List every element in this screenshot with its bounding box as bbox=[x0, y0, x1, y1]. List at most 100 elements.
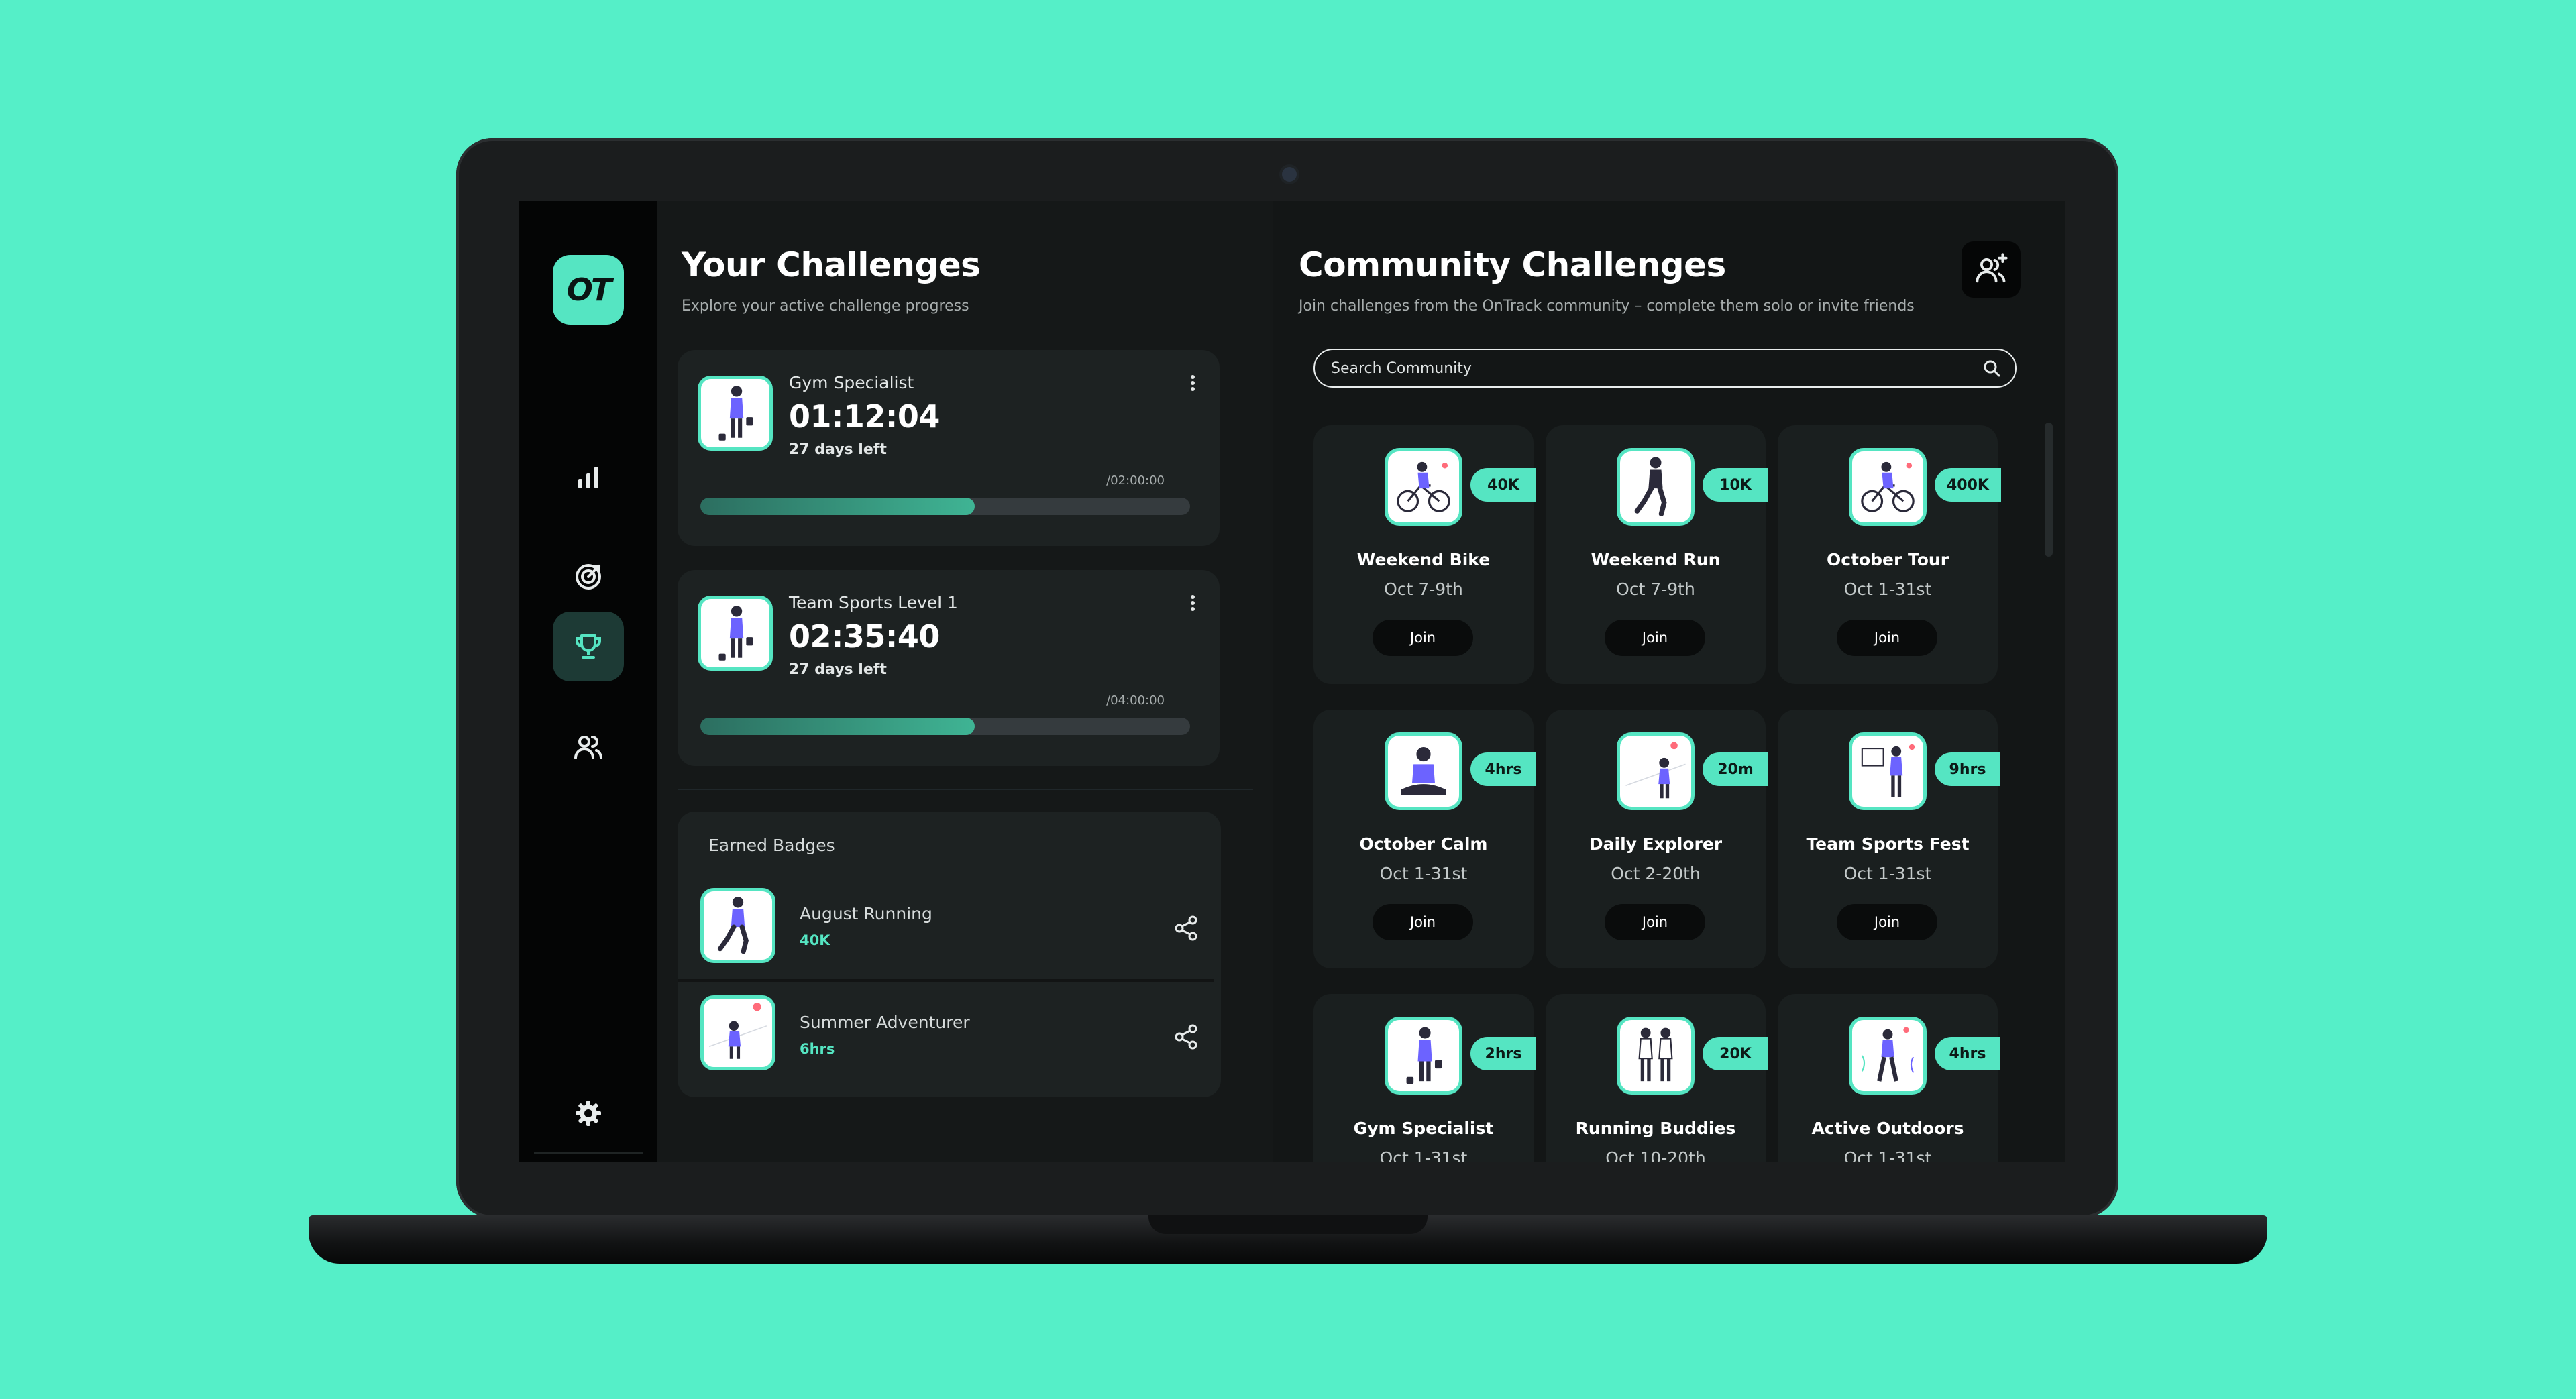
challenge-stat-badge: 10K bbox=[1703, 468, 1768, 502]
scrollbar[interactable] bbox=[2045, 423, 2053, 557]
nav-community[interactable] bbox=[553, 712, 624, 782]
sidebar-divider bbox=[534, 1152, 643, 1154]
share-icon[interactable] bbox=[1173, 915, 1199, 942]
challenge-name: October Calm bbox=[1359, 834, 1488, 854]
challenge-stat-badge: 20m bbox=[1703, 752, 1768, 786]
challenge-name: October Tour bbox=[1826, 550, 1949, 569]
community-challenges-panel: Community Challenges Join challenges fro… bbox=[1273, 201, 2065, 1162]
invite-friend-button[interactable] bbox=[1962, 241, 2021, 298]
join-button[interactable]: Join bbox=[1373, 620, 1473, 656]
more-options-icon[interactable] bbox=[1187, 593, 1198, 613]
community-challenge-card[interactable]: 2hrsGym SpecialistOct 1-31stJoin bbox=[1313, 994, 1536, 1162]
gym-figure-icon bbox=[718, 606, 753, 661]
join-button[interactable]: Join bbox=[1605, 904, 1705, 940]
community-title: Community Challenges bbox=[1299, 245, 1726, 284]
badge-avatar bbox=[700, 888, 775, 963]
challenge-dates: Oct 10-20th bbox=[1605, 1148, 1706, 1162]
join-button[interactable]: Join bbox=[1837, 904, 1937, 940]
challenge-avatar bbox=[1617, 732, 1695, 810]
nav-stats[interactable] bbox=[553, 443, 624, 512]
challenge-avatar bbox=[1385, 1017, 1462, 1095]
community-challenge-card[interactable]: 10K Weekend Run Oct 7-9th Join bbox=[1546, 425, 1768, 684]
runner-figure-icon bbox=[717, 897, 749, 954]
dance-figure-icon bbox=[1861, 1027, 1915, 1082]
page-subtitle: Explore your active challenge progress bbox=[682, 298, 969, 315]
users-icon bbox=[574, 736, 603, 759]
community-challenge-card[interactable]: 20m Daily Explorer Oct 2-20th Join bbox=[1546, 710, 1768, 968]
gear-icon bbox=[576, 1101, 601, 1126]
logo-text: OT bbox=[566, 272, 612, 308]
challenge-dates: Oct 1-31st bbox=[1843, 579, 1932, 599]
earned-badges-card: Earned Badges August Running 40K Summer … bbox=[678, 812, 1221, 1097]
hiker-figure-icon bbox=[708, 1003, 767, 1059]
laptop-notch bbox=[1148, 1215, 1428, 1234]
challenge-avatar bbox=[1617, 448, 1695, 526]
challenge-dates: Oct 1-31st bbox=[1843, 1148, 1932, 1162]
progress-fill bbox=[700, 718, 975, 735]
join-button[interactable]: Join bbox=[1373, 904, 1473, 940]
section-divider bbox=[678, 789, 1253, 790]
app-logo[interactable]: OT bbox=[553, 255, 624, 325]
challenge-name: Weekend Bike bbox=[1356, 550, 1491, 569]
app-screen: OT Your Challenges Explore your active c… bbox=[519, 201, 2065, 1162]
challenge-stat-badge: 40K bbox=[1470, 468, 1536, 502]
challenge-days-left: 27 days left bbox=[789, 441, 887, 458]
challenge-avatar bbox=[1849, 448, 1927, 526]
community-challenge-card[interactable]: 4hrsActive OutdoorsOct 1-31stJoin bbox=[1778, 994, 2000, 1162]
community-challenge-card[interactable]: 400K October Tour Oct 1-31st Join bbox=[1778, 425, 2001, 684]
challenge-name: Gym Specialist bbox=[1353, 1119, 1494, 1138]
challenge-name: Daily Explorer bbox=[1589, 834, 1723, 854]
progress-bar bbox=[700, 718, 1190, 735]
join-button[interactable]: Join bbox=[1605, 620, 1705, 656]
more-options-icon[interactable] bbox=[1187, 373, 1198, 393]
challenge-days-left: 27 days left bbox=[789, 661, 887, 678]
challenge-dates: Oct 7-9th bbox=[1616, 579, 1695, 599]
hike-figure-icon bbox=[1625, 742, 1686, 799]
challenge-dates: Oct 7-9th bbox=[1384, 579, 1463, 599]
challenge-avatar bbox=[1849, 732, 1927, 810]
community-challenge-card[interactable]: 20KRunning BuddiesOct 10-20thJoin bbox=[1546, 994, 1768, 1162]
challenge-avatar bbox=[698, 596, 773, 671]
gym-figure-icon bbox=[718, 386, 753, 441]
bike-figure-icon bbox=[1397, 461, 1450, 512]
join-button[interactable]: Join bbox=[1837, 620, 1937, 656]
badge-row[interactable]: Summer Adventurer 6hrs bbox=[678, 985, 1214, 1092]
duo-figure-icon bbox=[1638, 1027, 1673, 1082]
badge-value: 40K bbox=[800, 932, 830, 948]
challenge-avatar bbox=[1385, 448, 1462, 526]
challenge-goal: /02:00:00 bbox=[1106, 473, 1165, 488]
progress-bar bbox=[700, 498, 1190, 515]
challenge-name: Team Sports Level 1 bbox=[789, 593, 958, 612]
webcam bbox=[1282, 167, 1297, 182]
challenge-stat-badge: 4hrs bbox=[1935, 1037, 2000, 1070]
community-challenge-card[interactable]: 4hrs October Calm Oct 1-31st Join bbox=[1313, 710, 1536, 968]
challenge-avatar bbox=[698, 376, 773, 451]
challenge-dates: Oct 1-31st bbox=[1379, 1148, 1468, 1162]
challenge-time: 02:35:40 bbox=[789, 618, 940, 655]
nav-goals[interactable] bbox=[553, 542, 624, 612]
nav-settings[interactable] bbox=[553, 1078, 624, 1148]
search-bar[interactable] bbox=[1313, 349, 2017, 388]
board-figure-icon bbox=[1861, 744, 1915, 797]
search-icon[interactable] bbox=[1982, 358, 2002, 378]
badge-name: August Running bbox=[800, 904, 932, 924]
run-figure-icon bbox=[1634, 457, 1667, 516]
share-icon[interactable] bbox=[1173, 1023, 1199, 1050]
community-challenge-card[interactable]: 9hrs Team Sports Fest Oct 1-31st Join bbox=[1778, 710, 2000, 968]
badge-value: 6hrs bbox=[800, 1041, 835, 1057]
challenge-name: Gym Specialist bbox=[789, 373, 914, 392]
challenge-card[interactable]: Gym Specialist 01:12:04 27 days left /02… bbox=[678, 350, 1220, 546]
community-challenge-card[interactable]: 40K Weekend Bike Oct 7-9th Join bbox=[1313, 425, 1536, 684]
challenge-stat-badge: 2hrs bbox=[1470, 1037, 1536, 1070]
nav-challenges[interactable] bbox=[553, 612, 624, 681]
challenge-avatar bbox=[1617, 1017, 1695, 1095]
add-user-icon bbox=[1976, 253, 2008, 283]
challenge-stat-badge: 4hrs bbox=[1470, 752, 1536, 786]
badge-row[interactable]: August Running 40K bbox=[678, 877, 1214, 985]
bar-chart-icon bbox=[578, 467, 598, 488]
challenge-card[interactable]: Team Sports Level 1 02:35:40 27 days lef… bbox=[678, 570, 1220, 766]
trophy-icon bbox=[576, 634, 601, 659]
your-challenges-panel: Your Challenges Explore your active chal… bbox=[657, 201, 1273, 1162]
badge-avatar bbox=[700, 995, 775, 1070]
search-input[interactable] bbox=[1331, 355, 1962, 381]
